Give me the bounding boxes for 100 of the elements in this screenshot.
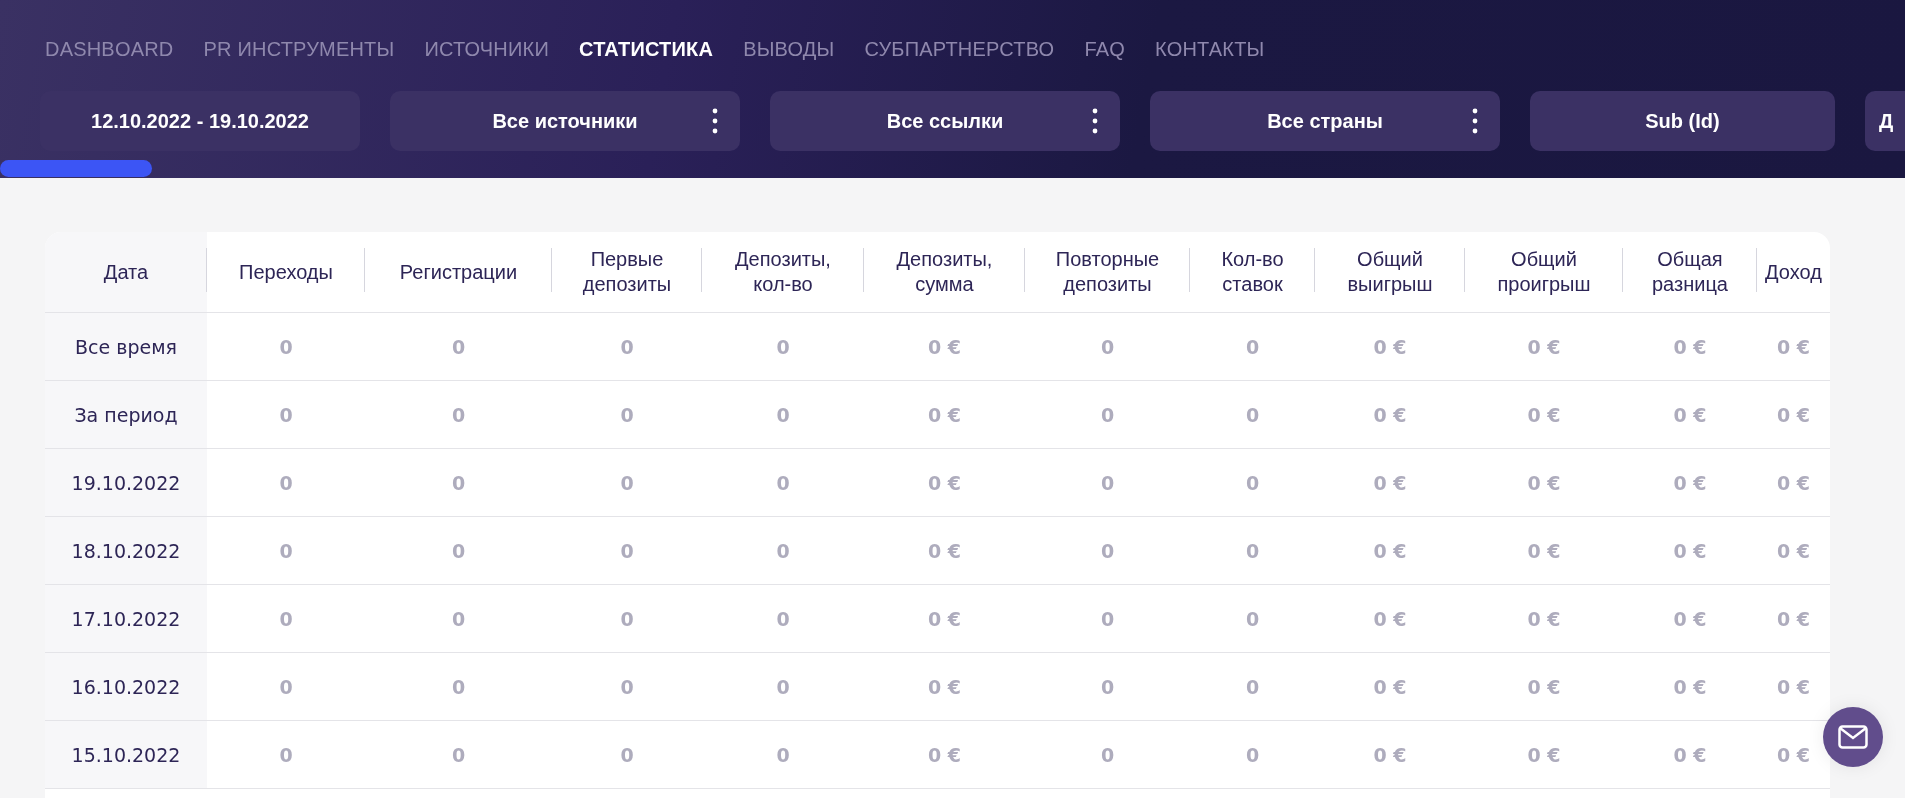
table-cell: 0 xyxy=(279,471,293,494)
table-cell: 0 xyxy=(620,743,634,766)
table-cell: 0 xyxy=(620,607,634,630)
table-cell: 0 xyxy=(451,403,466,426)
table-cell: 0 € xyxy=(927,471,962,494)
table-cell: 0 xyxy=(279,335,293,358)
nav-link[interactable]: СУБПАРТНЕРСТВО xyxy=(864,38,1055,68)
table-cell: 0 € xyxy=(1673,607,1707,630)
date-cell: 18.10.2022 xyxy=(71,539,181,562)
message-button[interactable] xyxy=(1823,707,1883,767)
filter-button[interactable]: Все страны xyxy=(1150,91,1500,151)
table-cell: 0 € xyxy=(1373,743,1407,766)
table-cell: 0 € xyxy=(1527,403,1561,426)
table-cell: 0 € xyxy=(1673,471,1707,494)
table-cell: 0 € xyxy=(927,675,962,698)
table-cell: 0 € xyxy=(1527,539,1561,562)
table-cell: 0 € xyxy=(1776,403,1811,426)
table-cell: 0 xyxy=(776,539,790,562)
table-cell: 0 xyxy=(1100,471,1115,494)
column-header[interactable]: Кол-во ставок xyxy=(1192,247,1313,297)
table-cell: 0 xyxy=(279,607,293,630)
table-cell: 0 xyxy=(451,335,466,358)
nav-link[interactable]: КОНТАКТЫ xyxy=(1155,38,1265,68)
table-cell: 0 xyxy=(279,403,293,426)
column-header[interactable]: Общий выигрыш xyxy=(1317,247,1463,297)
table-cell: 0 xyxy=(279,743,293,766)
nav-link[interactable]: СТАТИСТИКА xyxy=(579,38,714,68)
date-cell: 19.10.2022 xyxy=(71,471,181,494)
column-header[interactable]: Депозиты, кол-во xyxy=(716,247,850,297)
table-cell: 0 xyxy=(776,403,790,426)
table-cell: 0 € xyxy=(1373,335,1407,358)
table-cell: 0 xyxy=(776,675,790,698)
nav-link[interactable]: PR ИНСТРУМЕНТЫ xyxy=(203,38,395,68)
table-cell: 0 € xyxy=(1776,471,1811,494)
date-cell: 15.10.2022 xyxy=(71,743,181,766)
column-header[interactable]: Доход xyxy=(1765,259,1822,285)
table-cell: 0 € xyxy=(1527,743,1561,766)
table-cell: 0 xyxy=(451,471,466,494)
table-cell: 0 xyxy=(1100,403,1115,426)
nav-link[interactable]: FAQ xyxy=(1084,38,1125,68)
column-header[interactable]: Переходы xyxy=(239,259,333,285)
table-cell: 0 xyxy=(1100,675,1115,698)
table-cell: 0 € xyxy=(927,743,962,766)
table-cell: 0 € xyxy=(1776,675,1811,698)
table-cell: 0 € xyxy=(1373,607,1407,630)
table-cell: 0 xyxy=(1100,743,1115,766)
table-cell: 0 xyxy=(451,539,466,562)
table-cell: 0 € xyxy=(1373,471,1407,494)
column-header[interactable]: Повторные депозиты xyxy=(1027,247,1188,297)
table-cell: 0 € xyxy=(1673,335,1707,358)
nav-link[interactable]: ВЫВОДЫ xyxy=(743,38,835,68)
mail-icon xyxy=(1838,725,1868,749)
table-cell: 0 € xyxy=(1776,743,1811,766)
table-cell: 0 xyxy=(776,607,790,630)
table-cell: 0 xyxy=(451,743,466,766)
table-cell: 0 € xyxy=(1776,539,1811,562)
table-cell: 0 xyxy=(451,675,466,698)
table-cell: 0 xyxy=(620,403,634,426)
table-cell: 0 xyxy=(1245,335,1260,358)
table-cell: 0 xyxy=(1100,539,1115,562)
column-header[interactable]: Депозиты, сумма xyxy=(866,247,1023,297)
table-cell: 0 xyxy=(776,471,790,494)
nav-link[interactable]: DASHBOARD xyxy=(45,38,174,68)
table-cell: 0 € xyxy=(927,403,962,426)
date-cell: За период xyxy=(74,403,178,426)
table-cell: 0 xyxy=(776,743,790,766)
table-cell: 0 xyxy=(279,675,293,698)
table-cell: 0 xyxy=(1245,607,1260,630)
table-cell: 0 xyxy=(1245,539,1260,562)
date-cell: 17.10.2022 xyxy=(71,607,181,630)
table-cell: 0 € xyxy=(927,607,962,630)
table-cell: 0 € xyxy=(1373,675,1407,698)
table-cell: 0 € xyxy=(1527,675,1561,698)
table-cell: 0 € xyxy=(1527,471,1561,494)
column-header[interactable]: Дата xyxy=(103,259,149,285)
date-cell: Все время xyxy=(75,335,177,358)
table-cell: 0 € xyxy=(927,335,962,358)
table-cell: 0 xyxy=(620,539,634,562)
filter-button[interactable]: Sub (Id) xyxy=(1530,91,1835,151)
column-header[interactable]: Общая разница xyxy=(1625,247,1755,297)
nav-link[interactable]: ИСТОЧНИКИ xyxy=(424,38,549,68)
table-cell: 0 xyxy=(451,607,466,630)
table-cell: 0 € xyxy=(1527,607,1561,630)
table-cell: 0 xyxy=(620,335,634,358)
table-cell: 0 € xyxy=(927,539,962,562)
table-cell: 0 xyxy=(1245,675,1260,698)
table-cell: 0 € xyxy=(1673,403,1707,426)
filter-button[interactable]: Все ссылки xyxy=(770,91,1120,151)
filter-button[interactable]: Д xyxy=(1865,91,1905,151)
table-cell: 0 € xyxy=(1673,539,1707,562)
table-cell: 0 € xyxy=(1673,675,1707,698)
table-cell: 0 xyxy=(776,335,790,358)
filter-button[interactable]: Все источники xyxy=(390,91,740,151)
table-cell: 0 xyxy=(620,675,634,698)
column-header[interactable]: Первые депозиты xyxy=(554,247,700,297)
column-header[interactable]: Общий проигрыш xyxy=(1467,247,1621,297)
table-cell: 0 xyxy=(1245,403,1260,426)
column-header[interactable]: Регистрации xyxy=(399,259,518,285)
table-cell: 0 € xyxy=(1776,335,1811,358)
table-cell: 0 xyxy=(1100,335,1115,358)
